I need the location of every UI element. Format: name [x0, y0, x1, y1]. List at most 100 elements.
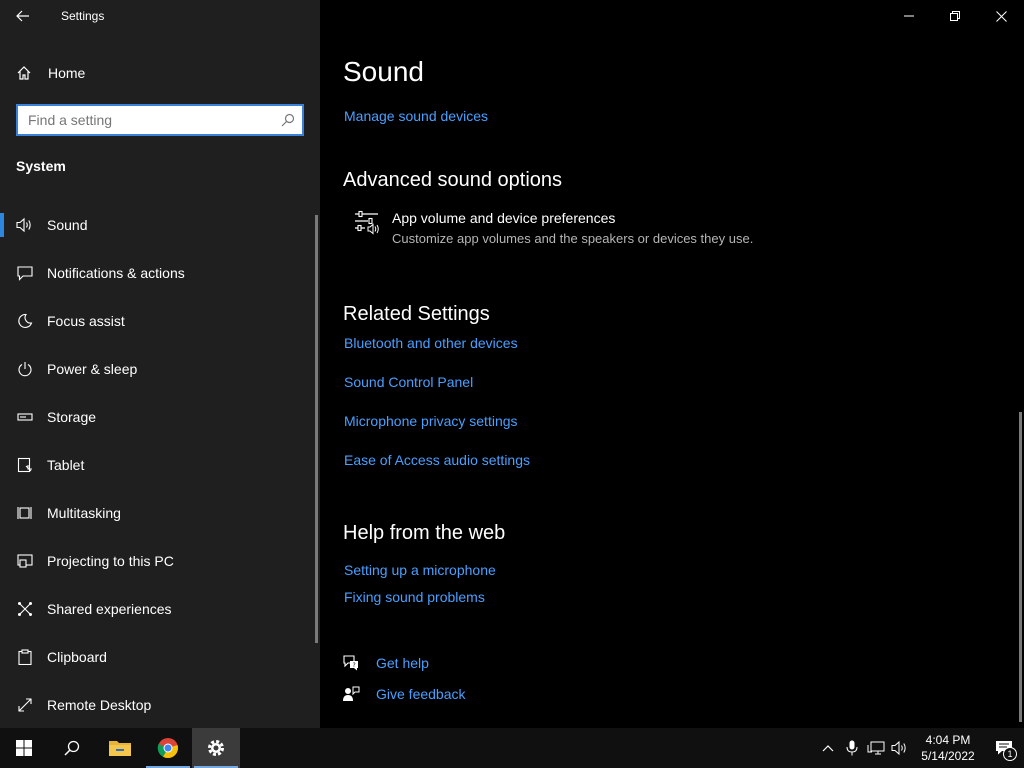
system-tray: 4:04 PM 5/14/2022 1 [816, 728, 1024, 768]
multitasking-icon [0, 505, 47, 521]
section-title: System [16, 158, 66, 174]
volume-tray-button[interactable] [888, 728, 912, 768]
sound-control-panel-link[interactable]: Sound Control Panel [344, 374, 473, 390]
volume-icon [891, 740, 906, 756]
sidebar-nav: Sound Notifications & actions Focus assi… [0, 201, 320, 729]
minimize-icon [904, 15, 914, 17]
back-arrow-icon [16, 10, 29, 22]
taskbar: 4:04 PM 5/14/2022 1 [0, 728, 1024, 768]
window-controls [886, 0, 1024, 32]
storage-icon [0, 409, 47, 425]
sidebar: Settings Home System Sound Notifications… [0, 0, 320, 728]
sidebar-item-remote-desktop[interactable]: Remote Desktop [0, 681, 320, 729]
close-icon [995, 10, 1007, 22]
ease-of-access-audio-link[interactable]: Ease of Access audio settings [344, 452, 530, 468]
sidebar-item-label: Tablet [47, 457, 85, 473]
restore-button[interactable] [932, 0, 978, 32]
sidebar-item-label: Multitasking [47, 505, 121, 521]
mixer-icon [354, 210, 392, 246]
bluetooth-devices-link[interactable]: Bluetooth and other devices [344, 335, 518, 351]
sidebar-item-power-sleep[interactable]: Power & sleep [0, 345, 320, 393]
search-icon[interactable] [274, 113, 302, 127]
sidebar-item-notifications[interactable]: Notifications & actions [0, 249, 320, 297]
network-tray-button[interactable] [864, 728, 888, 768]
sidebar-item-storage[interactable]: Storage [0, 393, 320, 441]
get-help-row[interactable]: ? Get help [342, 654, 429, 672]
sidebar-item-shared-experiences[interactable]: Shared experiences [0, 585, 320, 633]
advanced-sound-heading: Advanced sound options [343, 169, 563, 191]
back-button[interactable] [0, 0, 46, 32]
taskbar-search-button[interactable] [48, 728, 96, 768]
home-label: Home [48, 65, 86, 81]
settings-taskbar-button[interactable] [192, 728, 240, 768]
sidebar-item-sound[interactable]: Sound [0, 201, 320, 249]
network-icon [867, 741, 885, 755]
notification-count-badge: 1 [1003, 747, 1017, 761]
tablet-icon [0, 457, 47, 473]
microphone-icon [846, 740, 858, 756]
moon-icon [0, 313, 47, 329]
sidebar-item-label: Projecting to this PC [47, 553, 174, 569]
app-volume-title: App volume and device preferences [392, 210, 616, 226]
search-box[interactable] [16, 104, 304, 136]
content-scrollbar[interactable] [1019, 412, 1022, 722]
related-settings-heading: Related Settings [343, 303, 490, 325]
help-heading: Help from the web [343, 522, 506, 544]
minimize-button[interactable] [886, 0, 932, 32]
sidebar-item-clipboard[interactable]: Clipboard [0, 633, 320, 681]
app-title: Settings [61, 9, 105, 23]
home-link[interactable]: Home [0, 56, 320, 90]
search-icon [64, 740, 80, 756]
give-feedback-link[interactable]: Give feedback [376, 686, 466, 702]
sidebar-item-label: Storage [47, 409, 97, 425]
sidebar-item-label: Shared experiences [47, 601, 172, 617]
give-feedback-row[interactable]: Give feedback [342, 685, 466, 703]
clock[interactable]: 4:04 PM 5/14/2022 [912, 732, 984, 764]
sidebar-item-focus-assist[interactable]: Focus assist [0, 297, 320, 345]
power-icon [0, 361, 47, 377]
sidebar-item-label: Focus assist [47, 313, 125, 329]
sidebar-item-label: Power & sleep [47, 361, 138, 377]
chrome-button[interactable] [144, 728, 192, 768]
sidebar-item-multitasking[interactable]: Multitasking [0, 489, 320, 537]
microphone-privacy-link[interactable]: Microphone privacy settings [344, 413, 518, 429]
get-help-icon: ? [342, 654, 376, 672]
clipboard-icon [0, 649, 47, 665]
page-title: Sound [343, 56, 424, 87]
restore-icon [950, 11, 960, 21]
sidebar-item-label: Clipboard [47, 649, 107, 665]
close-button[interactable] [978, 0, 1024, 32]
title-bar: Settings [0, 0, 320, 32]
get-help-link[interactable]: Get help [376, 655, 429, 671]
remote-desktop-icon [0, 697, 47, 713]
start-button[interactable] [0, 728, 48, 768]
sidebar-item-tablet[interactable]: Tablet [0, 441, 320, 489]
home-icon [0, 65, 48, 81]
file-explorer-button[interactable] [96, 728, 144, 768]
sidebar-item-label: Sound [47, 217, 88, 233]
setting-up-microphone-link[interactable]: Setting up a microphone [344, 562, 496, 578]
microphone-tray-button[interactable] [840, 728, 864, 768]
gear-icon [208, 740, 224, 756]
show-hidden-icons-button[interactable] [816, 728, 840, 768]
manage-sound-devices-link[interactable]: Manage sound devices [344, 108, 488, 124]
app-volume-preferences[interactable]: App volume and device preferences Custom… [354, 210, 753, 246]
chrome-icon [157, 738, 178, 759]
chevron-up-icon [822, 745, 834, 752]
clock-date: 5/14/2022 [921, 749, 975, 763]
action-center-button[interactable]: 1 [984, 728, 1024, 768]
svg-text:?: ? [353, 662, 356, 669]
shared-icon [0, 601, 47, 617]
sidebar-item-label: Remote Desktop [47, 697, 152, 713]
notification-icon [0, 265, 47, 281]
search-input[interactable] [18, 106, 274, 134]
windows-logo-icon [16, 740, 32, 756]
folder-icon [109, 741, 131, 756]
sidebar-scrollbar[interactable] [315, 215, 318, 643]
sidebar-item-projecting[interactable]: Projecting to this PC [0, 537, 320, 585]
speaker-icon [0, 217, 47, 233]
clock-time: 4:04 PM [925, 733, 971, 747]
fixing-sound-problems-link[interactable]: Fixing sound problems [344, 589, 485, 605]
projecting-icon [0, 553, 47, 569]
feedback-icon [342, 685, 376, 703]
